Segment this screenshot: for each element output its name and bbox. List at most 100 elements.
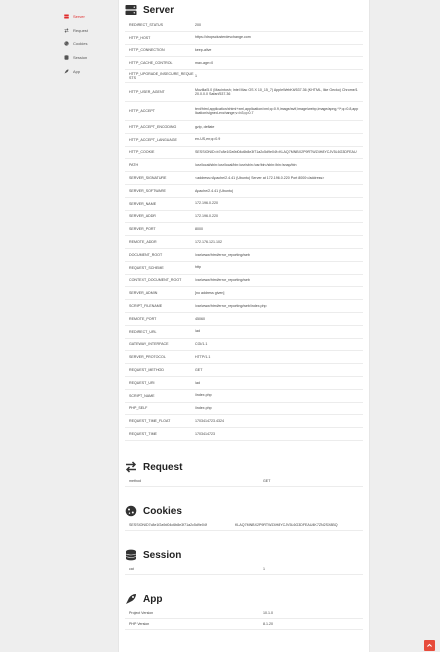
row-value: /index.php	[195, 406, 212, 411]
table-row: REQUEST_METHOD GET	[125, 364, 363, 377]
table-row: HTTP_ACCEPT_LANGUAGE en-US,en;q=0.9	[125, 134, 363, 147]
table-row: REDIRECT_URL/ad	[125, 326, 363, 339]
row-key: PHP_SELF	[129, 406, 148, 411]
sidebar-item-session[interactable]: Session	[64, 51, 88, 65]
section-title-server: Server	[125, 4, 174, 16]
row-value: 172.196.0.220	[195, 214, 218, 219]
row-key: GATEWAY_INTERFACE	[129, 342, 169, 347]
table-row: PHP Version 8.1.20	[125, 619, 363, 630]
row-key: SERVER_SIGNATURE	[129, 176, 167, 181]
table-row: REMOTE_ADDR 172.176.121.102	[125, 236, 363, 249]
row-key: HTTP_COOKIE	[129, 150, 155, 155]
row-value: /index.php	[195, 393, 212, 398]
main-content: Server REDIRECT_STATUS 200 HTTP_HOST https…	[118, 0, 370, 652]
row-value: Mozilla/5.0 (Macintosh; Intel Mac OS X 1…	[195, 87, 358, 96]
row-value: KLAQ7MNBX2P9RTWZ4H8YCJV5L6G3DFEAU4K7ZN2S…	[235, 522, 338, 527]
section-title-label: Request	[143, 461, 183, 473]
row-key: PHP Version	[129, 622, 150, 626]
row-value: 172.196.0.220	[195, 201, 218, 206]
row-value: 8000	[195, 227, 203, 232]
table-row: DOCUMENT_ROOT/var/www/html/error_reporti…	[125, 249, 363, 262]
row-key: SERVER_PORT	[129, 227, 156, 232]
row-value: en-US,en;q=0.9	[195, 137, 221, 142]
row-key: DOCUMENT_ROOT	[129, 252, 163, 257]
row-value: SESSIONID=b7c8e1f2a9d04c6b8e3f71a2c5d9e0…	[195, 150, 357, 155]
table-row: REDIRECT_STATUS 200	[125, 19, 363, 32]
row-key: REQUEST_URI	[129, 380, 155, 385]
table-row: SCRIPT_FILENAME/var/www/html/error_repor…	[125, 300, 363, 313]
row-key: SCRIPT_NAME	[129, 393, 155, 398]
row-value: /var/www/html/error_reporting/web	[195, 278, 250, 283]
scroll-to-top-button[interactable]	[424, 640, 435, 651]
table-row: HTTP_ACCEPT_ENCODING gzip, deflate	[125, 121, 363, 134]
table-row: PHP_SELF/index.php	[125, 403, 363, 416]
sidebar-nav: Server Request Cookies Session App	[64, 10, 88, 78]
row-value: <address>Apache/2.4.41 (Ubuntu) Server a…	[195, 175, 325, 180]
table-row: HTTP_USER_AGENT Mozilla/5.0 (Macintosh; I…	[125, 83, 363, 102]
sidebar-item-label: Request	[73, 27, 88, 33]
rocket-icon	[125, 593, 137, 605]
row-value: gzip, deflate	[195, 124, 215, 129]
row-value: [no address given]	[195, 291, 225, 296]
row-key: REDIRECT_STATUS	[129, 22, 164, 27]
database-icon	[64, 55, 69, 60]
row-key: REQUEST_METHOD	[129, 368, 164, 373]
server-icon	[64, 14, 69, 19]
row-value: 45060	[195, 316, 205, 321]
session-table: cat 1	[125, 564, 363, 575]
row-key: REMOTE_ADDR	[129, 240, 157, 245]
row-key: HTTP_UPGRADE_INSECURE_REQUESTS	[129, 72, 194, 81]
section-title-label: Cookies	[143, 505, 182, 517]
row-value: HTTP/1.1	[195, 355, 211, 360]
row-key: SERVER_NAME	[129, 201, 157, 206]
row-key: REQUEST_SCHEME	[129, 265, 164, 270]
row-value: /var/www/html/error_reporting/web/index.…	[195, 303, 267, 308]
table-row: PATH/usr/local/sbin:/usr/local/bin:/usr/…	[125, 159, 363, 173]
server-icon	[125, 4, 137, 16]
exchange-icon	[125, 461, 137, 473]
row-key: REQUEST_TIME_FLOAT	[129, 419, 171, 424]
sidebar-item-cookies[interactable]: Cookies	[64, 37, 88, 51]
table-row: REQUEST_SCHEME http	[125, 262, 363, 275]
chevron-up-icon	[426, 642, 433, 649]
row-key: Project Version	[129, 611, 154, 615]
exchange-icon	[64, 28, 69, 33]
section-title-cookies: Cookies	[125, 505, 182, 517]
row-key: HTTP_USER_AGENT	[129, 89, 165, 94]
table-row: SERVER_ADMIN [no address given]	[125, 287, 363, 301]
row-key: SERVER_SOFTWARE	[129, 188, 166, 193]
row-value: Apache/2.4.41 (Ubuntu)	[195, 188, 234, 193]
row-key: PATH	[129, 163, 139, 168]
row-key: HTTP_CONNECTION	[129, 48, 165, 53]
row-key: HTTP_ACCEPT_LANGUAGE	[129, 137, 177, 142]
row-value: 1703414723	[195, 431, 215, 436]
table-row: HTTP_COOKIE SESSIONID=b7c8e1f2a9d04c6b8e3…	[125, 147, 363, 160]
table-row: HTTP_CACHE_CONTROL max-age=0	[125, 57, 363, 71]
table-row: SERVER_SIGNATURE <address>Apache/2.4.41 (…	[125, 172, 363, 185]
section-title-request: Request	[125, 461, 182, 473]
table-row: REQUEST_URI/ad	[125, 377, 363, 390]
sidebar-item-server[interactable]: Server	[64, 10, 88, 24]
sidebar-item-request[interactable]: Request	[64, 24, 88, 38]
table-row: HTTP_HOST https://dropsclusterdevchange.c…	[125, 32, 363, 45]
table-row: cat 1	[125, 564, 363, 575]
section-title-label: App	[143, 593, 163, 605]
table-row: HTTP_ACCEPT text/html,application/xhtml+x…	[125, 102, 363, 121]
row-key: method	[129, 479, 141, 483]
row-key: SESSIONID7c8e1f2a9d04c6b8e3f71a2c5d9e04f	[129, 523, 207, 527]
table-row: REMOTE_PORT 45060	[125, 313, 363, 326]
row-value: 1	[263, 566, 265, 571]
rocket-icon	[64, 69, 69, 74]
sidebar-item-app[interactable]: App	[64, 64, 88, 78]
row-value: max-age=0	[195, 61, 214, 66]
table-row: SERVER_NAME 172.196.0.220	[125, 198, 363, 211]
row-value: https://dropsclusterdevchange.com	[195, 35, 251, 40]
table-row: GATEWAY_INTERFACE CGI/1.1	[125, 339, 363, 352]
sidebar-item-label: Session	[73, 55, 88, 61]
row-key: SCRIPT_FILENAME	[129, 304, 163, 309]
row-value: /ad	[195, 329, 200, 334]
row-key: HTTP_CACHE_CONTROL	[129, 61, 173, 66]
sidebar-item-label: Server	[73, 14, 85, 20]
row-value: /usr/local/sbin:/usr/local/bin:/usr/sbin…	[195, 163, 297, 168]
row-key: HTTP_ACCEPT	[129, 108, 155, 113]
